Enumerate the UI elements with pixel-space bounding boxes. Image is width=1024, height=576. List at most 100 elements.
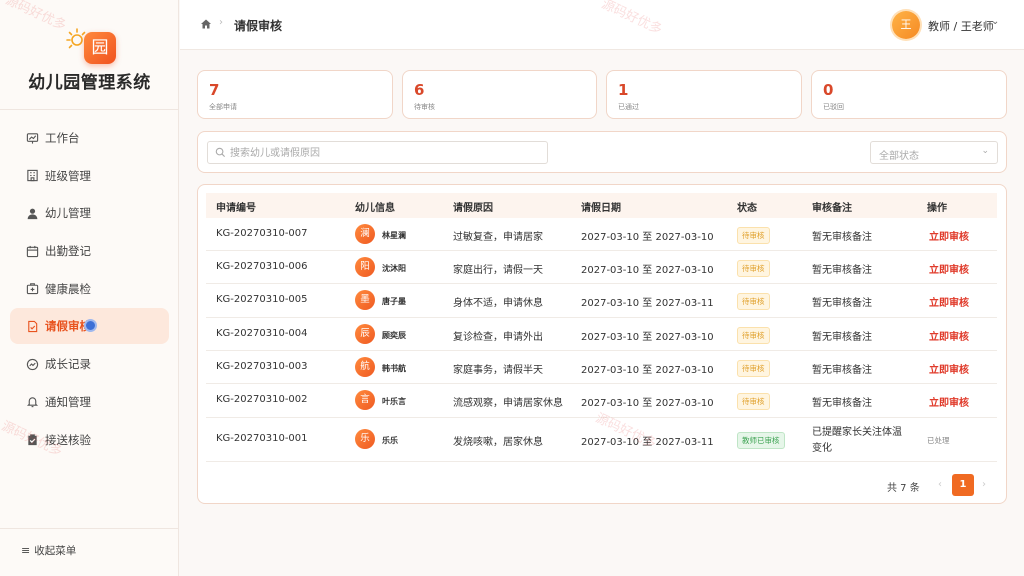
sidebar-item-health[interactable]: 健康晨检 bbox=[10, 271, 169, 307]
processed-label: 已处理 bbox=[927, 436, 950, 445]
stat-value: 0 bbox=[823, 81, 834, 99]
sidebar-item-dashboard[interactable]: 工作台 bbox=[10, 120, 169, 156]
stat-label: 已驳回 bbox=[823, 103, 844, 111]
leave-date: 2027-03-10 至 2027-03-11 bbox=[581, 437, 714, 448]
leave-date: 2027-03-10 至 2027-03-10 bbox=[581, 332, 714, 343]
sidebar-item-label: 成长记录 bbox=[45, 357, 91, 372]
review-now-button[interactable]: 立即审核 bbox=[929, 328, 969, 343]
status-badge: 待审核 bbox=[737, 327, 770, 344]
table-row: KG-20270310-007 澜 林星澜 过敏复查，申请居家 2027-03-… bbox=[206, 218, 997, 251]
growth-chart-icon bbox=[25, 357, 39, 371]
child-name: 唐子墨 bbox=[382, 297, 406, 306]
leave-date: 2027-03-10 至 2027-03-10 bbox=[581, 398, 714, 409]
column-header: 请假日期 bbox=[581, 203, 621, 214]
logo-badge: 园 bbox=[84, 32, 116, 64]
application-id: KG-20270310-004 bbox=[216, 328, 308, 339]
table-row: KG-20270310-003 航 韩书航 家庭事务，请假半天 2027-03-… bbox=[206, 351, 997, 384]
status-badge: 待审核 bbox=[737, 360, 770, 377]
sidebar-item-label: 接送核验 bbox=[45, 432, 91, 447]
search-input[interactable] bbox=[230, 144, 540, 162]
status-badge: 待审核 bbox=[737, 227, 770, 244]
pagination-page-button[interactable]: 1 bbox=[952, 474, 974, 496]
divider bbox=[0, 528, 179, 529]
sidebar-item-pickup[interactable]: 接送核验 bbox=[10, 422, 169, 458]
stat-label: 全部申请 bbox=[209, 103, 237, 111]
chevron-right-icon: › bbox=[219, 17, 223, 28]
sidebar-item-leave-review[interactable]: 请假审核 bbox=[10, 308, 169, 345]
application-id: KG-20270310-001 bbox=[216, 433, 308, 444]
avatar[interactable]: 王 bbox=[892, 11, 920, 39]
leave-reason: 发烧咳嗽，居家休息 bbox=[453, 437, 543, 448]
calendar-icon bbox=[25, 244, 39, 258]
child-name: 韩书航 bbox=[382, 364, 406, 373]
sidebar-item-notifications[interactable]: 通知管理 bbox=[10, 384, 169, 420]
sidebar: 园 幼儿园管理系统 工作台 班级管理 幼儿管理 出勤登记 健康晨检 请假审核 成… bbox=[0, 0, 179, 576]
search-box bbox=[207, 141, 548, 164]
sidebar-item-attendance[interactable]: 出勤登记 bbox=[10, 233, 169, 269]
person-icon bbox=[25, 206, 39, 220]
divider bbox=[0, 109, 179, 110]
leave-table: 申请编号 幼儿信息 请假原因 请假日期 状态 审核备注 操作 KG-202703… bbox=[197, 184, 1007, 504]
child-avatar: 乐 bbox=[355, 429, 375, 449]
filter-bar: 全部状态 ⌄ bbox=[197, 131, 1007, 173]
status-badge: 待审核 bbox=[737, 260, 770, 277]
sidebar-item-children[interactable]: 幼儿管理 bbox=[10, 195, 169, 231]
review-note: 已提醒家长关注体温变化 bbox=[812, 427, 902, 454]
stat-value: 1 bbox=[618, 81, 629, 99]
review-now-button[interactable]: 立即审核 bbox=[929, 261, 969, 276]
child-avatar: 辰 bbox=[355, 324, 375, 344]
review-note: 暂无审核备注 bbox=[812, 232, 872, 243]
stat-value: 7 bbox=[209, 81, 220, 99]
chevron-down-icon[interactable]: ⌄ bbox=[991, 16, 999, 27]
child-avatar: 澜 bbox=[355, 224, 375, 244]
review-now-button[interactable]: 立即审核 bbox=[929, 361, 969, 376]
status-badge: 待审核 bbox=[737, 293, 770, 310]
application-id: KG-20270310-003 bbox=[216, 361, 308, 372]
collapse-menu-button[interactable]: ≡ 收起菜单 bbox=[21, 543, 76, 558]
leave-reason: 家庭出行，请假一天 bbox=[453, 265, 543, 276]
stat-card-approved: 1 已通过 bbox=[606, 70, 802, 119]
review-note: 暂无审核备注 bbox=[812, 265, 872, 276]
leave-reason: 身体不适，申请休息 bbox=[453, 298, 543, 309]
review-note: 暂无审核备注 bbox=[812, 332, 872, 343]
child-name: 乐乐 bbox=[382, 436, 398, 445]
document-check-icon bbox=[25, 319, 39, 333]
pagination-total: 共 7 条 bbox=[887, 483, 920, 494]
column-header: 操作 bbox=[927, 203, 947, 214]
column-header: 审核备注 bbox=[812, 203, 852, 214]
clipboard-check-icon bbox=[25, 433, 39, 447]
stat-card-total: 7 全部申请 bbox=[197, 70, 393, 119]
sidebar-item-growth[interactable]: 成长记录 bbox=[10, 346, 169, 382]
page-title: 请假审核 bbox=[234, 19, 283, 33]
child-name: 沈沐阳 bbox=[382, 264, 406, 273]
table-row: KG-20270310-004 辰 顾奕辰 复诊检查，申请外出 2027-03-… bbox=[206, 318, 997, 351]
status-badge: 待审核 bbox=[737, 393, 770, 410]
chevron-right-icon[interactable]: › bbox=[982, 479, 986, 490]
leave-reason: 复诊检查，申请外出 bbox=[453, 332, 543, 343]
application-id: KG-20270310-006 bbox=[216, 261, 308, 272]
review-note: 暂无审核备注 bbox=[812, 365, 872, 376]
table-row: KG-20270310-001 乐 乐乐 发烧咳嗽，居家休息 2027-03-1… bbox=[206, 418, 997, 462]
leave-date: 2027-03-10 至 2027-03-10 bbox=[581, 232, 714, 243]
review-now-button[interactable]: 立即审核 bbox=[929, 228, 969, 243]
child-avatar: 墨 bbox=[355, 290, 375, 310]
table-header: 申请编号 幼儿信息 请假原因 请假日期 状态 审核备注 操作 bbox=[206, 193, 997, 218]
application-id: KG-20270310-005 bbox=[216, 294, 308, 305]
status-badge: 教师已审核 bbox=[737, 432, 785, 449]
review-now-button[interactable]: 立即审核 bbox=[929, 294, 969, 309]
user-name[interactable]: 教师 / 王老师 bbox=[928, 18, 994, 34]
sidebar-item-classes[interactable]: 班级管理 bbox=[10, 158, 169, 194]
sidebar-nav: 工作台 班级管理 幼儿管理 出勤登记 健康晨检 请假审核 成长记录 通知管理 接… bbox=[10, 120, 169, 459]
sidebar-item-label: 通知管理 bbox=[45, 394, 91, 409]
table-row: KG-20270310-006 阳 沈沐阳 家庭出行，请假一天 2027-03-… bbox=[206, 251, 997, 284]
child-avatar: 航 bbox=[355, 357, 375, 377]
sidebar-item-label: 班级管理 bbox=[45, 168, 91, 183]
child-avatar: 阳 bbox=[355, 257, 375, 277]
home-icon[interactable] bbox=[200, 18, 212, 30]
stat-card-pending: 6 待审核 bbox=[402, 70, 597, 119]
review-now-button[interactable]: 立即审核 bbox=[929, 394, 969, 409]
chevron-left-icon[interactable]: ‹ bbox=[938, 479, 942, 490]
status-select[interactable]: 全部状态 ⌄ bbox=[870, 141, 998, 164]
menu-icon: ≡ bbox=[21, 544, 31, 557]
chevron-down-icon: ⌄ bbox=[981, 146, 989, 156]
